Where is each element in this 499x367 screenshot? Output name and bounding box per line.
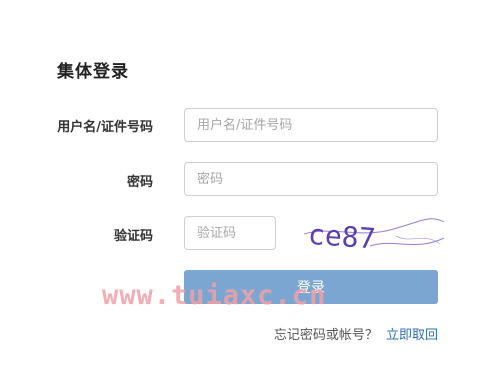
forgot-text: 忘记密码或帐号？: [273, 328, 378, 343]
captcha-image[interactable]: ce87: [300, 208, 445, 256]
forgot-row: 忘记密码或帐号？ 立即取回: [274, 324, 438, 343]
login-button[interactable]: 登录: [184, 270, 438, 304]
captcha-label: 验证码: [113, 229, 153, 244]
retrieve-link[interactable]: 立即取回: [386, 328, 438, 343]
page-title: 集体登录: [57, 62, 129, 82]
captcha-input[interactable]: [184, 216, 276, 250]
password-label: 密码: [126, 175, 153, 190]
username-input[interactable]: [184, 108, 438, 142]
username-label: 用户名/证件号码: [57, 120, 153, 135]
password-input[interactable]: [184, 162, 438, 196]
captcha-text: ce87: [307, 218, 377, 256]
login-page: 集体登录 用户名/证件号码 密码 验证码 ce87 登录 忘记密码或帐号？ 立即…: [0, 0, 499, 367]
